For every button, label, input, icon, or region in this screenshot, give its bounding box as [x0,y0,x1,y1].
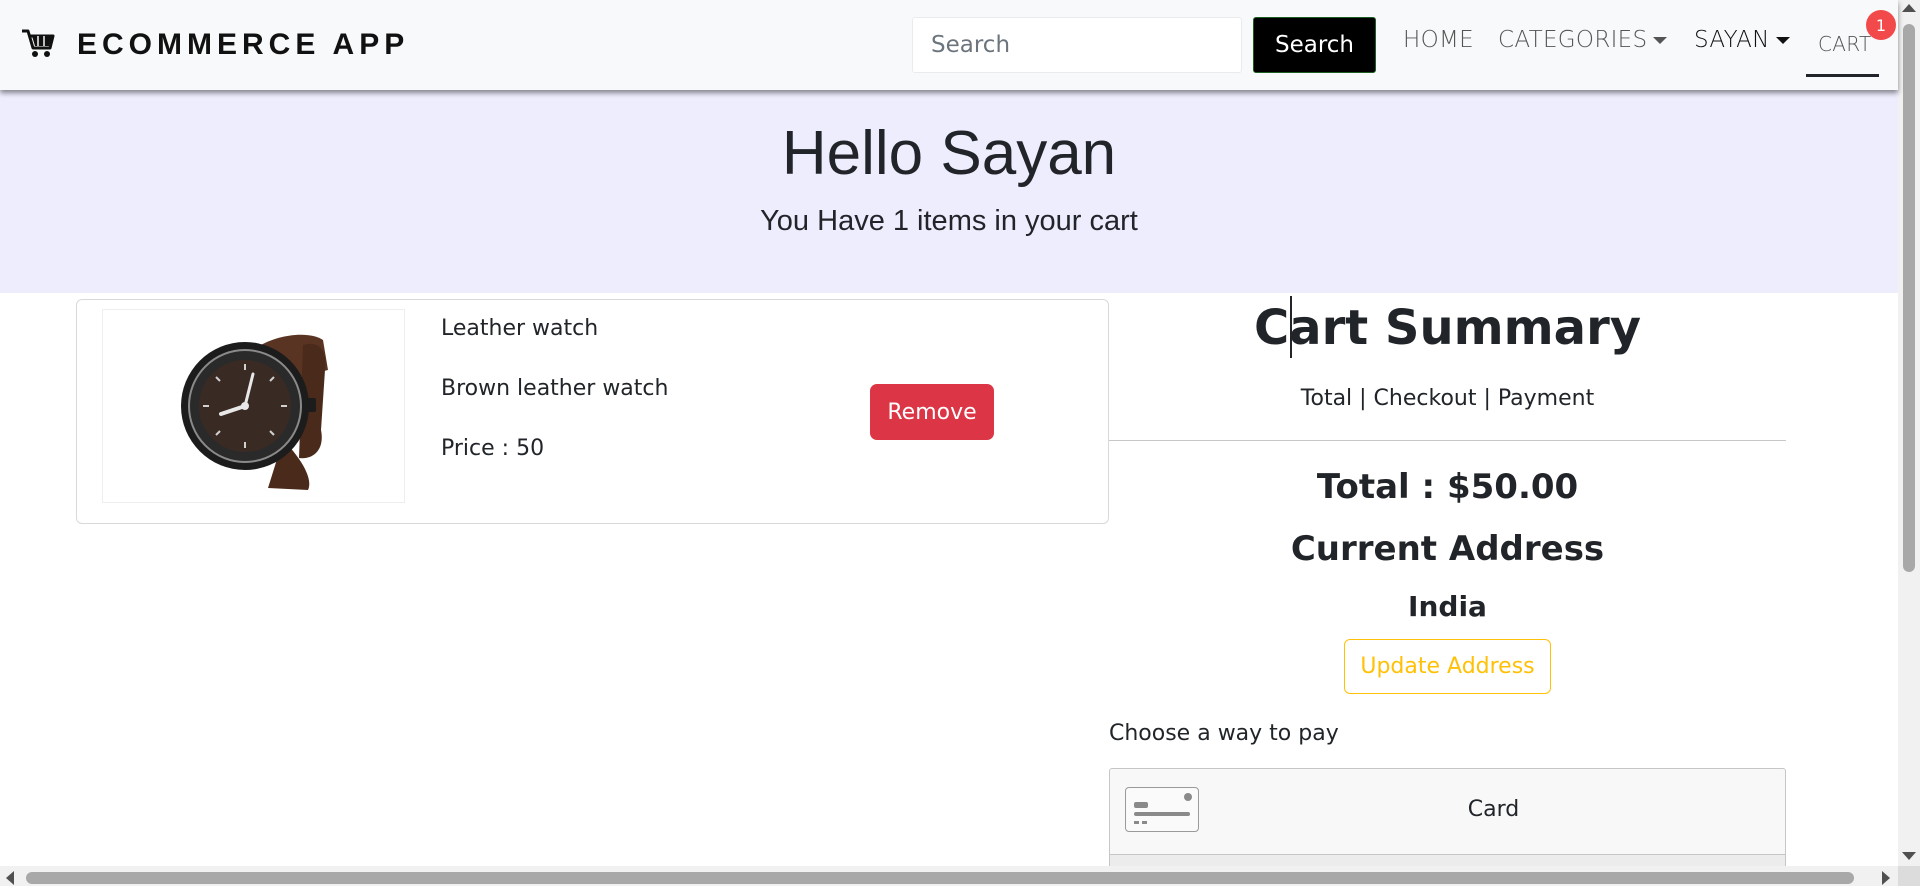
nav-user-dropdown[interactable]: SAYAN [1694,27,1790,53]
greeting-banner: Hello Sayan You Have 1 items in your car… [0,90,1898,293]
horizontal-scrollbar-thumb[interactable] [26,872,1854,884]
payment-label: Choose a way to pay [1109,721,1339,746]
nav-categories-dropdown[interactable]: CATEGORIES [1498,27,1668,53]
greeting-title: Hello Sayan [781,119,1117,188]
top-navbar: ECOMMERCE APP Search HOME CATEGORIES SAY… [0,0,1898,90]
search-input[interactable] [912,17,1242,73]
address-value: India [1408,590,1487,623]
cart-item-card: Leather watch Brown leather watch Price … [76,299,1109,524]
brand-name: ECOMMERCE APP [77,28,410,61]
wristwatch-icon [181,334,328,490]
scroll-left-arrow-icon[interactable] [6,871,14,885]
active-link-underline [1806,74,1879,77]
credit-card-icon [1125,787,1199,832]
divider [1109,440,1786,441]
total-amount: Total : $50.00 [1316,467,1579,507]
vertical-scrollbar-thumb[interactable] [1903,24,1915,572]
remove-item-button[interactable]: Remove [870,384,994,440]
cart-count-badge: 1 [1866,10,1896,40]
nav-categories-label: CATEGORIES [1498,27,1648,53]
scroll-down-arrow-icon[interactable] [1902,852,1916,860]
search-button[interactable]: Search [1253,17,1376,73]
product-price: Price : 50 [441,436,545,461]
cart-count-text: You Have 1 items in your cart [760,205,1138,237]
brand-link[interactable]: ECOMMERCE APP [20,25,409,65]
scroll-right-arrow-icon[interactable] [1882,871,1890,885]
nav-home-link[interactable]: HOME [1403,27,1474,53]
product-image [102,309,405,503]
update-address-button[interactable]: Update Address [1344,639,1551,694]
shopping-cart-icon [20,25,56,65]
summary-subtitle: Total | Checkout | Payment [1300,386,1595,411]
product-name: Leather watch [441,316,599,341]
summary-title: Cart Summary [1253,300,1642,356]
caret-down-icon [1653,37,1668,44]
scrollbar-corner [1898,866,1920,886]
product-description: Brown leather watch [441,376,669,401]
nav-cart-link[interactable]: CART [1818,32,1872,56]
payment-option-card[interactable]: Card [1109,768,1786,855]
caret-down-icon [1775,37,1790,44]
scroll-up-arrow-icon[interactable] [1902,4,1916,12]
payment-option-label: Card [1467,797,1520,822]
nav-user-label: SAYAN [1694,27,1770,53]
address-heading: Current Address [1290,529,1605,569]
